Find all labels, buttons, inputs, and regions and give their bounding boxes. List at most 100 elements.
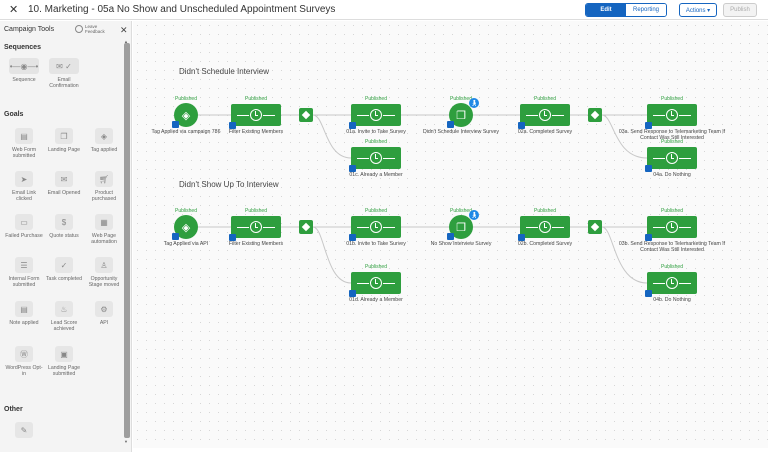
tool-email-confirmation[interactable]: ✉ ✓ Email Confirmation [44, 58, 84, 89]
decision-diamond[interactable] [588, 108, 602, 122]
tag-goal-node[interactable]: ◈ [172, 103, 198, 128]
tool-flame[interactable]: ♨ Lead Score achieved [44, 301, 84, 332]
email-badge-icon [645, 234, 652, 241]
tool-label: API [99, 320, 109, 326]
tool-cursor[interactable]: ➤ Email Link clicked [4, 171, 44, 202]
section-goals: Goals [4, 111, 24, 118]
tool-dollar[interactable]: $ Quote status [44, 214, 84, 239]
tool-label: Product purchased [91, 190, 117, 202]
wordpress-icon: Ⓦ [15, 346, 33, 362]
tool-check-circle[interactable]: ✓ Task completed [44, 257, 84, 282]
decision-diamond[interactable] [299, 220, 313, 234]
sequence-node-send-response[interactable] [645, 216, 697, 241]
sequence-node-invite[interactable] [349, 216, 401, 241]
tool-landing-page-submitted[interactable]: ▣ Landing Page submitted [44, 346, 84, 377]
tool-api[interactable]: ⚙ API [84, 301, 124, 326]
tool-cart[interactable]: 🛒︎ Product purchased [84, 171, 124, 202]
view-toggle: Edit Reporting [585, 3, 667, 17]
sequence-node-already-member[interactable] [349, 272, 401, 297]
published-label: Published [365, 208, 387, 214]
node-line [653, 157, 665, 159]
node-line [383, 226, 395, 228]
published-label: Published [175, 96, 197, 102]
dollar-icon: $ [55, 214, 73, 230]
clock-icon [666, 109, 678, 121]
tool-label: Email Opened [47, 190, 81, 196]
tool-label: Lead Score achieved [50, 320, 78, 332]
survey-goal-node[interactable]: ❐ [447, 103, 473, 128]
sidebar-close-icon[interactable]: ✕ [120, 25, 128, 36]
clock-icon [250, 109, 262, 121]
clock-icon [666, 221, 678, 233]
decision-diamond[interactable] [588, 220, 602, 234]
published-label: Published [245, 208, 267, 214]
tool-sequence[interactable]: •—◉—• Sequence [4, 58, 44, 83]
tool-web-form[interactable]: ▤ Web Form submitted [4, 128, 44, 159]
node-line [653, 282, 665, 284]
node-line [357, 114, 369, 116]
tool-web-page[interactable]: ▦ Web Page automation [84, 214, 124, 245]
node-line [383, 157, 395, 159]
clock-icon [250, 221, 262, 233]
tag-icon: ◈ [181, 221, 191, 234]
survey-goal-node[interactable]: ❐ [447, 215, 473, 240]
node-label: 01d. Already a Member [349, 297, 403, 303]
tool-wordpress[interactable]: Ⓦ WordPress Opt-in [4, 346, 44, 377]
edit-button[interactable]: Edit [586, 4, 626, 16]
tag-goal-node[interactable]: ◈ [172, 215, 198, 240]
sequence-node-send-response[interactable] [645, 104, 697, 129]
api-icon: ⚙ [95, 301, 113, 317]
flow-title: Didn't Schedule Interview [179, 67, 270, 76]
email-badge-icon [645, 165, 652, 172]
tool-landing-page[interactable]: ❐ Landing Page [44, 128, 84, 153]
sequence-node-invite[interactable] [349, 104, 401, 129]
sequence-node-filter[interactable] [229, 104, 281, 129]
decision-diamond[interactable] [299, 108, 313, 122]
sequence-node-completed[interactable] [518, 104, 570, 129]
smile-icon [75, 25, 83, 33]
close-icon[interactable]: ✕ [9, 3, 18, 16]
node-line [357, 157, 369, 159]
flame-icon: ♨ [55, 301, 73, 317]
tool-envelope-open[interactable]: ✉ Email Opened [44, 171, 84, 196]
tool-opportunity[interactable]: ♙ Opportunity Stage moved [84, 257, 124, 288]
wire [312, 226, 352, 284]
actions-button[interactable]: Actions ▾ [679, 3, 717, 17]
badge-icon [447, 121, 454, 128]
node-label: Filter Existing Members [228, 129, 284, 135]
sequence-node-already-member[interactable] [349, 147, 401, 172]
sequence-node-completed[interactable] [518, 216, 570, 241]
sidebar-title: Campaign Tools [4, 26, 55, 33]
scroll-down-icon[interactable]: ▼ [124, 439, 128, 444]
node-line [679, 226, 691, 228]
landing-page-icon: ❐ [55, 128, 73, 144]
node-line [237, 226, 249, 228]
leave-feedback-link[interactable]: Leave Feedback [75, 24, 111, 34]
leave-feedback-label: Leave Feedback [85, 24, 105, 34]
sequence-node-do-nothing[interactable] [645, 272, 697, 297]
tool-failed-purchase[interactable]: ▭ Failed Purchase [4, 214, 44, 239]
cursor-icon: ➤ [15, 171, 33, 187]
tool-note[interactable]: ▤ Note applied [4, 301, 44, 326]
campaign-canvas[interactable]: Didn't Schedule Interview Published ◈ Tag A… [133, 21, 768, 448]
reporting-button[interactable]: Reporting [626, 4, 666, 16]
bottom-strip [133, 448, 768, 452]
survey-icon: ❐ [456, 221, 466, 234]
landing-page-submitted-icon: ▣ [55, 346, 73, 362]
tool-internal-form[interactable]: ☰ Internal Form submitted [4, 257, 44, 288]
clock-icon [370, 109, 382, 121]
sequence-node-do-nothing[interactable] [645, 147, 697, 172]
node-line [263, 226, 275, 228]
sidebar-scrollbar[interactable] [124, 43, 130, 438]
publish-button[interactable]: Publish [723, 3, 757, 17]
tool-pencil[interactable]: ✎ [4, 422, 44, 438]
internal-form-icon: ☰ [15, 257, 33, 273]
published-label: Published [175, 208, 197, 214]
email-badge-icon [518, 122, 525, 129]
email-badge-icon [645, 122, 652, 129]
note-icon: ▤ [15, 301, 33, 317]
sequence-node-filter[interactable] [229, 216, 281, 241]
published-label: Published [365, 139, 387, 145]
node-line [237, 114, 249, 116]
tool-tag[interactable]: ◈ Tag applied [84, 128, 124, 153]
